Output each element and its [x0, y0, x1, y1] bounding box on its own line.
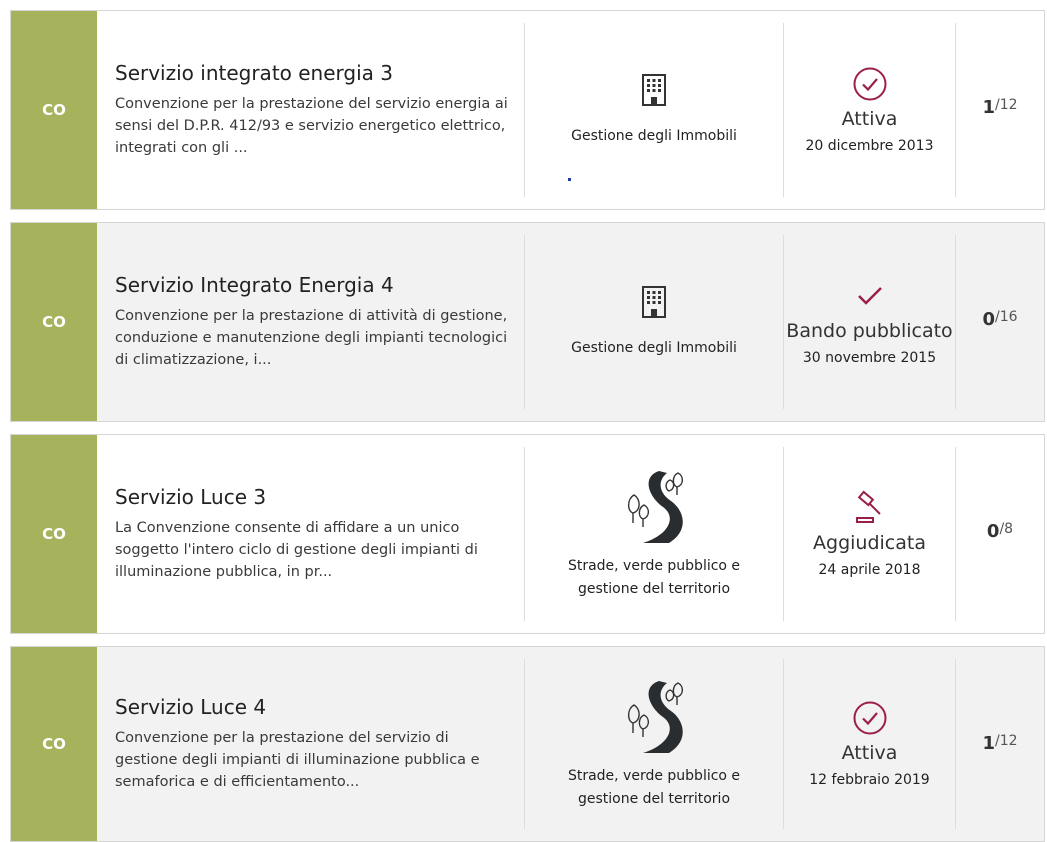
status-cell: Attiva 12 febbraio 2019 — [784, 659, 956, 829]
agreement-card[interactable]: CO Servizio Luce 3 La Convenzione consen… — [10, 434, 1045, 634]
count-cell: 1/12 — [956, 11, 1044, 209]
category-label: Gestione degli Immobili — [571, 127, 737, 144]
agreement-summary: Servizio Luce 4 Convenzione per la prest… — [97, 659, 525, 829]
type-badge: CO — [11, 11, 97, 209]
status-cell: Bando pubblicato 30 novembre 2015 — [784, 235, 956, 409]
agreement-description: La Convenzione consente di affidare a un… — [115, 520, 478, 580]
agreement-title[interactable]: Servizio Luce 4 — [115, 695, 510, 719]
count-total: /8 — [999, 521, 1014, 537]
gavel-icon — [852, 490, 888, 526]
agreement-title[interactable]: Servizio Luce 3 — [115, 485, 510, 509]
building-icon — [641, 285, 667, 323]
status-label: Attiva — [841, 108, 898, 130]
count-total: /12 — [995, 733, 1018, 749]
agreement-summary: Servizio integrato energia 3 Convenzione… — [97, 23, 525, 197]
count-value: 1 — [982, 733, 995, 754]
category-label: Gestione degli Immobili — [571, 339, 737, 356]
agreement-description: Convenzione per la prestazione del servi… — [115, 730, 480, 790]
agreement-title[interactable]: Servizio integrato energia 3 — [115, 61, 510, 85]
category-label: Strade, verde pubblico e gestione del te… — [567, 768, 741, 807]
category-cell: Gestione degli Immobili — [525, 23, 784, 197]
type-badge: CO — [11, 223, 97, 421]
type-badge: CO — [11, 647, 97, 841]
type-badge: CO — [11, 435, 97, 633]
building-icon — [641, 73, 667, 111]
count-value: 1 — [982, 97, 995, 118]
status-date: 24 aprile 2018 — [818, 562, 921, 578]
status-date: 20 dicembre 2013 — [805, 138, 934, 154]
status-label: Aggiudicata — [813, 532, 926, 554]
count-cell: 1/12 — [956, 647, 1044, 841]
count-value: 0 — [986, 521, 1000, 542]
category-cell: Strade, verde pubblico e gestione del te… — [525, 659, 784, 829]
count-value: 0 — [982, 309, 995, 330]
agreements-list: CO Servizio integrato energia 3 Convenzi… — [0, 0, 1047, 842]
type-label: CO — [42, 101, 66, 119]
count-cell: 0/8 — [956, 435, 1044, 633]
agreement-card[interactable]: CO Servizio Integrato Energia 4 Convenzi… — [10, 222, 1045, 422]
road-trees-icon — [619, 467, 689, 551]
status-cell: Aggiudicata 24 aprile 2018 — [784, 447, 956, 621]
agreement-summary: Servizio Luce 3 La Convenzione consente … — [97, 447, 525, 621]
status-cell: Attiva 20 dicembre 2013 — [784, 23, 956, 197]
category-cell: Gestione degli Immobili — [525, 235, 784, 409]
agreement-card[interactable]: CO Servizio Luce 4 Convenzione per la pr… — [10, 646, 1045, 842]
agreement-description: Convenzione per la prestazione di attivi… — [115, 308, 508, 368]
count-cell: 0/16 — [956, 223, 1044, 421]
count-total: /12 — [995, 97, 1018, 113]
count-total: /16 — [995, 309, 1018, 325]
category-cell: Strade, verde pubblico e gestione del te… — [525, 447, 784, 621]
road-trees-icon — [619, 677, 689, 761]
agreement-description: Convenzione per la prestazione del servi… — [115, 96, 508, 156]
type-label: CO — [42, 525, 66, 543]
check-circle-icon — [852, 700, 888, 736]
marker-dot — [568, 178, 571, 181]
status-date: 30 novembre 2015 — [802, 350, 937, 366]
type-label: CO — [42, 735, 66, 753]
status-date: 12 febbraio 2019 — [809, 772, 930, 788]
agreement-title[interactable]: Servizio Integrato Energia 4 — [115, 273, 510, 297]
status-label: Attiva — [841, 742, 898, 764]
checkmark-icon — [855, 278, 885, 314]
status-label: Bando pubblicato — [786, 320, 953, 342]
check-circle-icon — [852, 66, 888, 102]
category-label: Strade, verde pubblico e gestione del te… — [567, 558, 741, 597]
type-label: CO — [42, 313, 66, 331]
agreement-card[interactable]: CO Servizio integrato energia 3 Convenzi… — [10, 10, 1045, 210]
agreement-summary: Servizio Integrato Energia 4 Convenzione… — [97, 235, 525, 409]
